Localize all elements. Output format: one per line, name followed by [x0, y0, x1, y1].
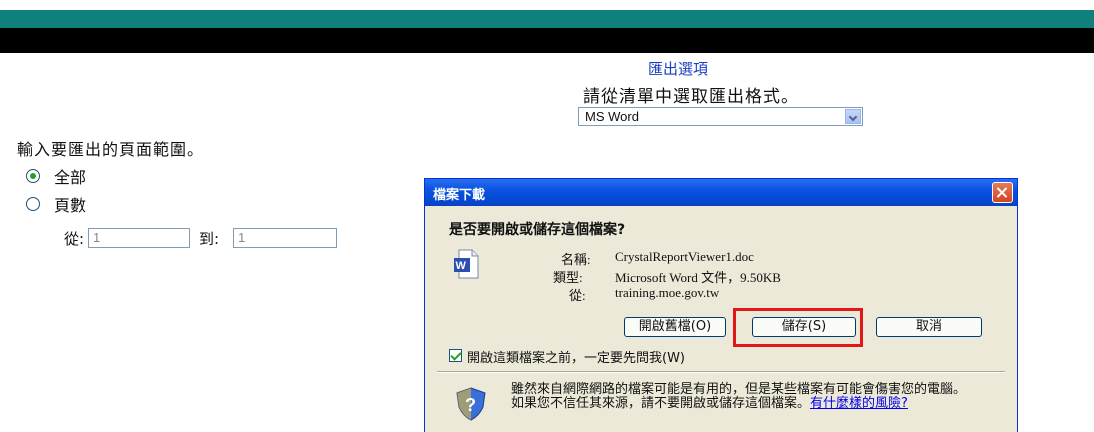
file-type-value: Microsoft Word 文件，9.50KB [615, 270, 781, 285]
header-black-bar [0, 28, 1094, 53]
chevron-down-icon[interactable] [845, 109, 861, 124]
file-download-dialog: 檔案下載 是否要開啟或儲存這個檔案? W 名稱: CrystalReportVi… [424, 178, 1018, 432]
from-page-input[interactable]: 1 [88, 228, 190, 248]
close-icon[interactable] [992, 182, 1013, 203]
radio-page-range[interactable] [26, 197, 40, 211]
to-page-label: 到: [199, 230, 220, 248]
header-teal-bar [0, 10, 1094, 28]
svg-text:W: W [456, 260, 467, 272]
export-format-select[interactable]: MS Word [578, 107, 863, 126]
from-page-label: 從: [64, 230, 85, 248]
always-ask-checkbox[interactable] [449, 349, 462, 362]
export-options-title: 匯出選項 [648, 60, 709, 78]
file-name-label: 名稱: [561, 252, 591, 267]
open-button[interactable]: 開啟舊檔(O) [624, 317, 726, 337]
radio-all-pages[interactable] [26, 169, 40, 183]
dialog-question: 是否要開啟或儲存這個檔案? [449, 222, 626, 238]
file-type-label: 類型: [553, 270, 583, 285]
dialog-title: 檔案下載 [433, 188, 486, 203]
security-warning: 雖然來自網際網路的檔案可能是有用的，但是某些檔案有可能會傷害您的電腦。如果您不信… [511, 383, 971, 411]
risk-link[interactable]: 有什麼樣的風險? [810, 396, 908, 411]
export-format-value: MS Word [585, 109, 639, 124]
shield-question-icon: ? [456, 387, 486, 421]
file-source-label: 從: [569, 288, 586, 303]
dialog-titlebar[interactable]: 檔案下載 [425, 179, 1017, 206]
file-source-value: training.moe.gov.tw [615, 285, 720, 300]
export-format-prompt: 請從清單中選取匯出格式。 [583, 87, 799, 107]
file-name-value: CrystalReportViewer1.doc [615, 249, 754, 264]
to-page-input[interactable]: 1 [233, 228, 337, 248]
always-ask-label[interactable]: 開啟這類檔案之前，一定要先問我(W) [467, 347, 685, 366]
word-document-icon: W [454, 249, 479, 279]
svg-text:?: ? [465, 395, 476, 415]
radio-all-pages-label: 全部 [54, 168, 87, 187]
save-button-highlight [733, 308, 863, 347]
page-range-label: 輸入要匯出的頁面範圍。 [17, 140, 205, 159]
radio-page-range-label: 頁數 [54, 196, 87, 215]
cancel-button[interactable]: 取消 [876, 317, 982, 337]
dialog-divider [437, 371, 1005, 373]
